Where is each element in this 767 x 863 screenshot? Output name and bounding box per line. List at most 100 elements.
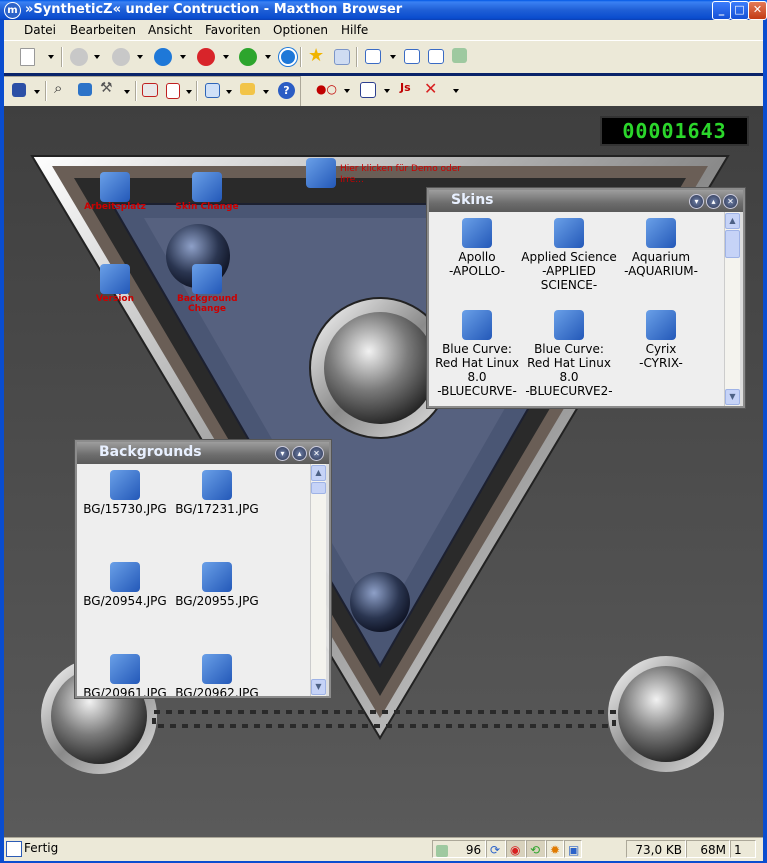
javascript-icon[interactable]: Js (400, 81, 411, 94)
minimize-button[interactable]: _ (712, 1, 731, 20)
block-dropdown-icon[interactable] (453, 89, 459, 93)
backgrounds-window[interactable]: Backgrounds ▾ ▴ ✕ BG/15730.JPG BG/17231.… (75, 440, 331, 698)
scroll-down-icon[interactable]: ▼ (311, 679, 326, 695)
recycle-icon[interactable] (452, 48, 467, 63)
network-status[interactable]: ⟳ (486, 840, 506, 858)
title-bar[interactable]: m »SyntheticZ« under Contruction - Maxth… (0, 0, 767, 20)
skins-window[interactable]: Skins ▾ ▴ ✕ Apollo -APOLLO- Applied Scie… (427, 188, 745, 408)
refresh-icon[interactable] (239, 48, 257, 66)
menu-ansicht[interactable]: Ansicht (148, 23, 192, 37)
menu-optionen[interactable]: Optionen (273, 23, 328, 37)
maximize-button[interactable]: □ (730, 1, 749, 20)
minimize-icon[interactable]: ▾ (275, 446, 290, 461)
proxy-toggle[interactable]: ◉ (506, 840, 526, 858)
new-page-icon[interactable] (20, 48, 35, 66)
skins-scrollbar[interactable]: ▲ ▼ (724, 212, 740, 406)
help-icon[interactable]: ? (278, 82, 295, 99)
menu-favoriten[interactable]: Favoriten (205, 23, 261, 37)
scroll-down-icon[interactable]: ▼ (725, 389, 740, 405)
screen-capture-icon[interactable] (78, 83, 92, 96)
tools-dropdown-icon[interactable] (124, 90, 130, 94)
up-icon[interactable] (154, 48, 172, 66)
popup-blocker-status[interactable]: 96 (432, 840, 486, 858)
status-text: Fertig (24, 841, 59, 855)
block-x-icon[interactable]: ✕ (424, 79, 437, 98)
background-item[interactable]: BG/20955.JPG (169, 562, 265, 608)
forward-icon[interactable] (112, 48, 130, 66)
background-item[interactable]: BG/20962.JPG (169, 654, 265, 696)
plugin-dropdown-icon[interactable] (344, 89, 350, 93)
split-view-icon[interactable] (428, 49, 444, 64)
skin-item[interactable]: Apollo -APOLLO- (429, 218, 525, 278)
refresh-toggle[interactable]: ⟲ (526, 840, 546, 858)
stop-icon[interactable] (197, 48, 215, 66)
new-dropdown-icon[interactable] (48, 55, 54, 59)
close-button[interactable]: ✕ (748, 1, 767, 20)
desktop-icon-label: Version (95, 294, 135, 304)
desktop-icon-background-change[interactable]: Background Change (167, 264, 247, 314)
page-content: 00001643 Arbeitsplatz Skin Change Versio… (4, 106, 763, 837)
copy-icon[interactable] (205, 83, 220, 98)
tab-dropdown-icon[interactable] (390, 55, 396, 59)
restore-icon[interactable]: ▴ (706, 194, 721, 209)
home-icon[interactable] (279, 48, 297, 66)
scroll-thumb[interactable] (725, 230, 740, 258)
windows-folder-icon (100, 264, 130, 294)
desktop-icon-arbeitsplatz[interactable]: Arbeitsplatz (75, 172, 155, 212)
screen-toggle[interactable]: ▣ (564, 840, 582, 858)
scroll-thumb[interactable] (311, 482, 326, 494)
skins-window-titlebar[interactable]: Skins ▾ ▴ ✕ (429, 190, 743, 212)
stop-dropdown-icon[interactable] (223, 55, 229, 59)
print-icon[interactable] (166, 83, 180, 99)
plugin-icon[interactable]: ●○ (316, 82, 337, 100)
clean-icon[interactable] (142, 83, 158, 97)
desktop-icon-skin-change[interactable]: Skin Change (167, 172, 247, 212)
fullscreen-icon[interactable] (404, 49, 420, 64)
back-icon[interactable] (70, 48, 88, 66)
menu-hilfe[interactable]: Hilfe (341, 23, 368, 37)
back-dropdown-icon[interactable] (94, 55, 100, 59)
scroll-up-icon[interactable]: ▲ (311, 465, 326, 481)
save-icon[interactable] (12, 83, 26, 97)
favorites-star-icon[interactable]: ★ (308, 45, 324, 66)
folder-dropdown-icon[interactable] (263, 90, 269, 94)
copy-dropdown-icon[interactable] (226, 90, 232, 94)
desktop-icon-label: Arbeitsplatz (84, 202, 146, 212)
background-item[interactable]: BG/17231.JPG (169, 470, 265, 516)
menu-datei[interactable]: Datei (24, 23, 56, 37)
print-dropdown-icon[interactable] (186, 90, 192, 94)
history-icon[interactable] (334, 49, 350, 65)
skin-item[interactable]: Blue Curve: Red Hat Linux 8.0 -BLUECURVE… (521, 310, 617, 398)
tab-icon[interactable] (365, 49, 381, 64)
backgrounds-window-titlebar[interactable]: Backgrounds ▾ ▴ ✕ (77, 442, 329, 464)
background-item[interactable]: BG/20961.JPG (77, 654, 173, 696)
skin-item[interactable]: Cyrix -CYRIX- (613, 310, 709, 370)
tools-icon[interactable]: ⚒ (100, 80, 113, 96)
save-dropdown-icon[interactable] (34, 90, 40, 94)
popup-blocker-icon[interactable] (360, 82, 376, 98)
sun-toggle[interactable]: ✹ (546, 840, 564, 858)
backgrounds-scrollbar[interactable]: ▲ ▼ (310, 464, 326, 696)
recycle-icon (436, 844, 448, 857)
background-item[interactable]: BG/20954.JPG (77, 562, 173, 608)
popup-dropdown-icon[interactable] (384, 89, 390, 93)
refresh-dropdown-icon[interactable] (265, 55, 271, 59)
menu-bearbeiten[interactable]: Bearbeiten (70, 23, 136, 37)
maxthon-app-icon[interactable]: m (4, 2, 21, 19)
skin-item[interactable]: Blue Curve: Red Hat Linux 8.0 -BLUECURVE… (429, 310, 525, 398)
desktop-icon-version[interactable]: Version (75, 264, 155, 304)
minimize-icon[interactable]: ▾ (689, 194, 704, 209)
up-dropdown-icon[interactable] (180, 55, 186, 59)
search-icon[interactable]: ⌕ (54, 79, 62, 97)
skin-item[interactable]: Applied Science -APPLIED SCIENCE- (521, 218, 617, 292)
restore-icon[interactable]: ▴ (292, 446, 307, 461)
close-icon[interactable]: ✕ (309, 446, 324, 461)
forward-dropdown-icon[interactable] (137, 55, 143, 59)
skin-item[interactable]: Aquarium -AQUARIUM- (613, 218, 709, 278)
desktop-icon-label: Skin Change (175, 202, 239, 212)
background-item[interactable]: BG/15730.JPG (77, 470, 173, 516)
skin-folder-icon (554, 218, 584, 248)
folder-open-icon[interactable] (240, 83, 255, 95)
close-icon[interactable]: ✕ (723, 194, 738, 209)
scroll-up-icon[interactable]: ▲ (725, 213, 740, 229)
